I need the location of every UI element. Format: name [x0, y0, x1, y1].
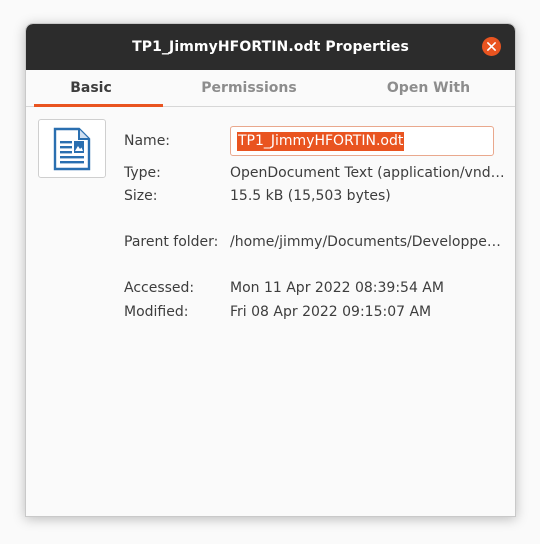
modified-label: Modified:	[124, 304, 189, 320]
size-label: Size:	[124, 188, 158, 204]
document-text-icon	[53, 127, 91, 170]
size-value: 15.5 kB (15,503 bytes)	[230, 188, 391, 204]
close-button[interactable]	[482, 37, 501, 56]
properties-dialog: TP1_JimmyHFORTIN.odt Properties Basic Pe…	[25, 23, 516, 517]
modified-value: Fri 08 Apr 2022 09:15:07 AM	[230, 304, 432, 320]
accessed-label: Accessed:	[124, 280, 195, 296]
basic-panel: Name: TP1_JimmyHFORTIN.odt Type: OpenDoc…	[26, 107, 515, 515]
tab-basic[interactable]: Basic	[26, 70, 163, 107]
tab-open-with[interactable]: Open With	[342, 70, 515, 106]
name-input[interactable]: TP1_JimmyHFORTIN.odt	[230, 126, 494, 156]
type-label: Type:	[124, 165, 161, 181]
title-bar[interactable]: TP1_JimmyHFORTIN.odt Properties	[26, 24, 515, 70]
tab-bar: Basic Permissions Open With	[26, 70, 515, 107]
file-icon-button[interactable]	[38, 119, 106, 178]
close-icon	[487, 42, 496, 51]
tab-permissions[interactable]: Permissions	[156, 70, 342, 106]
parent-folder-label: Parent folder:	[124, 234, 219, 250]
accessed-value: Mon 11 Apr 2022 08:39:54 AM	[230, 280, 444, 296]
type-value: OpenDocument Text (application/vnd…	[230, 165, 505, 181]
window-title: TP1_JimmyHFORTIN.odt Properties	[132, 39, 409, 55]
name-label: Name:	[124, 133, 171, 149]
name-input-selected-text: TP1_JimmyHFORTIN.odt	[237, 131, 405, 151]
parent-folder-value[interactable]: /home/jimmy/Documents/Developpe…	[230, 234, 501, 250]
